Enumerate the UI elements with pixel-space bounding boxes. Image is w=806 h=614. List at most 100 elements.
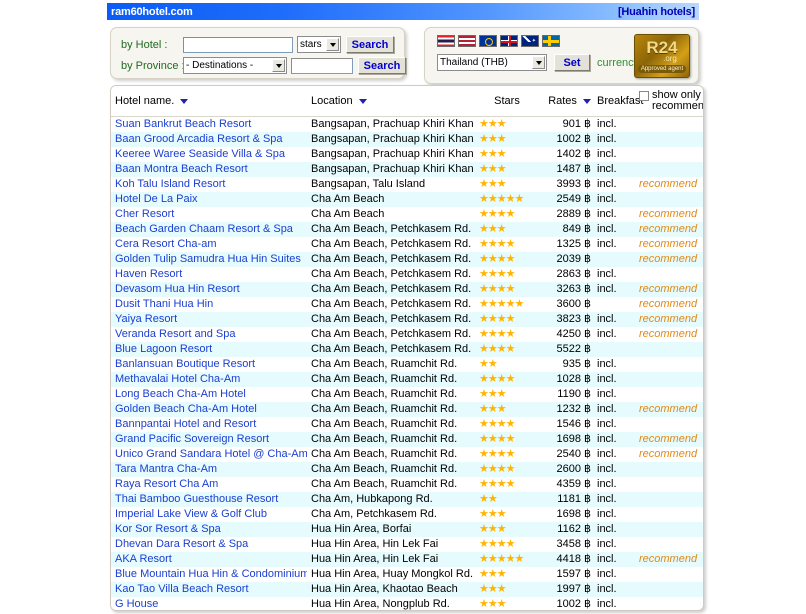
cell-hotel-name[interactable]: Dusit Thani Hua Hin: [111, 297, 307, 312]
cell-hotel-name[interactable]: Beach Garden Chaam Resort & Spa: [111, 222, 307, 237]
table-row[interactable]: Dhevan Dara Resort & Spa Hua Hin Area, Hi…: [111, 537, 703, 552]
table-row[interactable]: Keeree Waree Seaside Villa & Spa Bangsapa…: [111, 147, 703, 162]
table-row[interactable]: Unico Grand Sandara Hotel @ Cha-Am Cha Am…: [111, 447, 703, 462]
table-row[interactable]: Bannpantai Hotel and Resort Cha Am Beach,…: [111, 417, 703, 432]
cell-hotel-name[interactable]: AKA Resort: [111, 552, 307, 567]
table-row[interactable]: Golden Beach Cha-Am Hotel Cha Am Beach, R…: [111, 402, 703, 417]
header-show-only-recommended[interactable]: show only recommended: [635, 86, 703, 117]
show-only-recommended-checkbox[interactable]: [639, 91, 649, 101]
table-row[interactable]: Suan Bankrut Beach Resort Bangsapan, Prac…: [111, 116, 703, 132]
cell-hotel-name[interactable]: Baan Montra Beach Resort: [111, 162, 307, 177]
table-row[interactable]: Baan Montra Beach Resort Bangsapan, Prach…: [111, 162, 703, 177]
cell-hotel-name[interactable]: Blue Mountain Hua Hin & Condominium: [111, 567, 307, 582]
table-row[interactable]: Banlansuan Boutique Resort Cha Am Beach, …: [111, 357, 703, 372]
cell-hotel-name[interactable]: Bannpantai Hotel and Resort: [111, 417, 307, 432]
cell-hotel-name[interactable]: Imperial Lake View & Golf Club: [111, 507, 307, 522]
table-row[interactable]: G House Hua Hin Area, Nongplub Rd. ★★★ 1002…: [111, 597, 703, 610]
table-row[interactable]: Blue Mountain Hua Hin & Condominium Hua H…: [111, 567, 703, 582]
table-row[interactable]: Devasom Hua Hin Resort Cha Am Beach, Petc…: [111, 282, 703, 297]
table-row[interactable]: Beach Garden Chaam Resort & Spa Cha Am Be…: [111, 222, 703, 237]
cell-hotel-name[interactable]: Hotel De La Paix: [111, 192, 307, 207]
cell-hotel-name[interactable]: Cher Resort: [111, 207, 307, 222]
cell-hotel-name[interactable]: Golden Beach Cha-Am Hotel: [111, 402, 307, 417]
cell-hotel-name[interactable]: Unico Grand Sandara Hotel @ Cha-Am: [111, 447, 307, 462]
table-row[interactable]: Thai Bamboo Guesthouse Resort Cha Am, Hub…: [111, 492, 703, 507]
cell-rate: 5522 ฿: [537, 342, 593, 357]
flag-uk-icon[interactable]: [500, 35, 518, 47]
sort-down-icon[interactable]: [180, 98, 189, 104]
cell-location: Cha Am Beach: [307, 192, 475, 207]
table-row[interactable]: Veranda Resort and Spa Cha Am Beach, Petc…: [111, 327, 703, 342]
cell-hotel-name[interactable]: Golden Tulip Samudra Hua Hin Suites: [111, 252, 307, 267]
hotel-name-input[interactable]: [183, 36, 293, 53]
table-row[interactable]: Imperial Lake View & Golf Club Cha Am, Pe…: [111, 507, 703, 522]
search-hotel-button[interactable]: Search: [346, 36, 394, 53]
set-currency-button[interactable]: Set: [554, 54, 590, 71]
cell-breakfast: incl.: [593, 462, 635, 477]
cell-rate: 935 ฿: [537, 357, 593, 372]
cell-hotel-name[interactable]: Blue Lagoon Resort: [111, 342, 307, 357]
flag-eu-icon[interactable]: [479, 35, 497, 47]
cell-breakfast: [593, 297, 635, 312]
currency-select[interactable]: Thailand (THB): [437, 54, 547, 71]
table-row[interactable]: AKA Resort Hua Hin Area, Hin Lek Fai ★★★★★…: [111, 552, 703, 567]
table-row[interactable]: Kor Sor Resort & Spa Hua Hin Area, Borfai…: [111, 522, 703, 537]
cell-recommend: [635, 417, 703, 432]
table-row[interactable]: Cher Resort Cha Am Beach ★★★★ 2889 ฿ incl. re…: [111, 207, 703, 222]
r24-approved-agent-badge[interactable]: R24 .org Approved agent: [634, 34, 690, 78]
table-row[interactable]: Cera Resort Cha-am Cha Am Beach, Petchkas…: [111, 237, 703, 252]
table-row[interactable]: Golden Tulip Samudra Hua Hin Suites Cha A…: [111, 252, 703, 267]
table-row[interactable]: Hotel De La Paix Cha Am Beach ★★★★★ 2549 ฿ i…: [111, 192, 703, 207]
table-row[interactable]: Dusit Thani Hua Hin Cha Am Beach, Petchka…: [111, 297, 703, 312]
table-row[interactable]: Long Beach Cha-Am Hotel Cha Am Beach, Rua…: [111, 387, 703, 402]
flag-thailand-icon[interactable]: [437, 35, 455, 47]
search-province-button[interactable]: Search: [358, 57, 406, 74]
cell-hotel-name[interactable]: Yaiya Resort: [111, 312, 307, 327]
cell-hotel-name[interactable]: Grand Pacific Sovereign Resort: [111, 432, 307, 447]
cell-hotel-name[interactable]: Haven Resort: [111, 267, 307, 282]
table-row[interactable]: Raya Resort Cha Am Cha Am Beach, Ruamchit…: [111, 477, 703, 492]
cell-hotel-name[interactable]: Cera Resort Cha-am: [111, 237, 307, 252]
cell-hotel-name[interactable]: G House: [111, 597, 307, 610]
cell-hotel-name[interactable]: Tara Mantra Cha-Am: [111, 462, 307, 477]
table-row[interactable]: Yaiya Resort Cha Am Beach, Petchkasem Rd.…: [111, 312, 703, 327]
cell-stars: ★★★★: [475, 537, 537, 552]
table-row[interactable]: Tara Mantra Cha-Am Cha Am Beach, Ruamchit…: [111, 462, 703, 477]
table-row[interactable]: Methavalai Hotel Cha-Am Cha Am Beach, Rua…: [111, 372, 703, 387]
cell-hotel-name[interactable]: Devasom Hua Hin Resort: [111, 282, 307, 297]
province-keyword-input[interactable]: [291, 57, 353, 74]
stars-select[interactable]: stars: [297, 36, 341, 53]
cell-hotel-name[interactable]: Suan Bankrut Beach Resort: [111, 116, 307, 132]
sort-down-icon[interactable]: [583, 98, 591, 104]
cell-hotel-name[interactable]: Banlansuan Boutique Resort: [111, 357, 307, 372]
flag-australia-icon[interactable]: ✦: [521, 35, 539, 47]
header-breakfast[interactable]: Breakfast: [593, 86, 643, 117]
cell-hotel-name[interactable]: Baan Grood Arcadia Resort & Spa: [111, 132, 307, 147]
table-row[interactable]: Kao Tao Villa Beach Resort Hua Hin Area, …: [111, 582, 703, 597]
table-row[interactable]: Blue Lagoon Resort Cha Am Beach, Petchkas…: [111, 342, 703, 357]
cell-hotel-name[interactable]: Kor Sor Resort & Spa: [111, 522, 307, 537]
flag-usa-icon[interactable]: [458, 35, 476, 47]
table-row[interactable]: Baan Grood Arcadia Resort & Spa Bangsapan…: [111, 132, 703, 147]
flag-sweden-icon[interactable]: [542, 35, 560, 47]
header-location-label: Location: [311, 95, 353, 107]
cell-hotel-name[interactable]: Veranda Resort and Spa: [111, 327, 307, 342]
sort-down-icon[interactable]: [358, 98, 367, 104]
cell-hotel-name[interactable]: Keeree Waree Seaside Villa & Spa: [111, 147, 307, 162]
header-location[interactable]: Location: [307, 86, 475, 117]
header-rates[interactable]: Rates: [537, 86, 593, 117]
header-hotel-name[interactable]: Hotel name.: [111, 86, 307, 117]
province-select[interactable]: - Destinations -: [183, 57, 287, 74]
cell-hotel-name[interactable]: Raya Resort Cha Am: [111, 477, 307, 492]
cell-hotel-name[interactable]: Thai Bamboo Guesthouse Resort: [111, 492, 307, 507]
cell-hotel-name[interactable]: Long Beach Cha-Am Hotel: [111, 387, 307, 402]
cell-hotel-name[interactable]: Dhevan Dara Resort & Spa: [111, 537, 307, 552]
cell-hotel-name[interactable]: Kao Tao Villa Beach Resort: [111, 582, 307, 597]
huahin-hotels-link[interactable]: [Huahin hotels]: [618, 6, 695, 18]
cell-hotel-name[interactable]: Methavalai Hotel Cha-Am: [111, 372, 307, 387]
table-row[interactable]: Grand Pacific Sovereign Resort Cha Am Bea…: [111, 432, 703, 447]
table-row[interactable]: Koh Talu Island Resort Bangsapan, Talu Is…: [111, 177, 703, 192]
cell-hotel-name[interactable]: Koh Talu Island Resort: [111, 177, 307, 192]
table-row[interactable]: Haven Resort Cha Am Beach, Petchkasem Rd.…: [111, 267, 703, 282]
header-stars[interactable]: Stars: [475, 86, 537, 117]
